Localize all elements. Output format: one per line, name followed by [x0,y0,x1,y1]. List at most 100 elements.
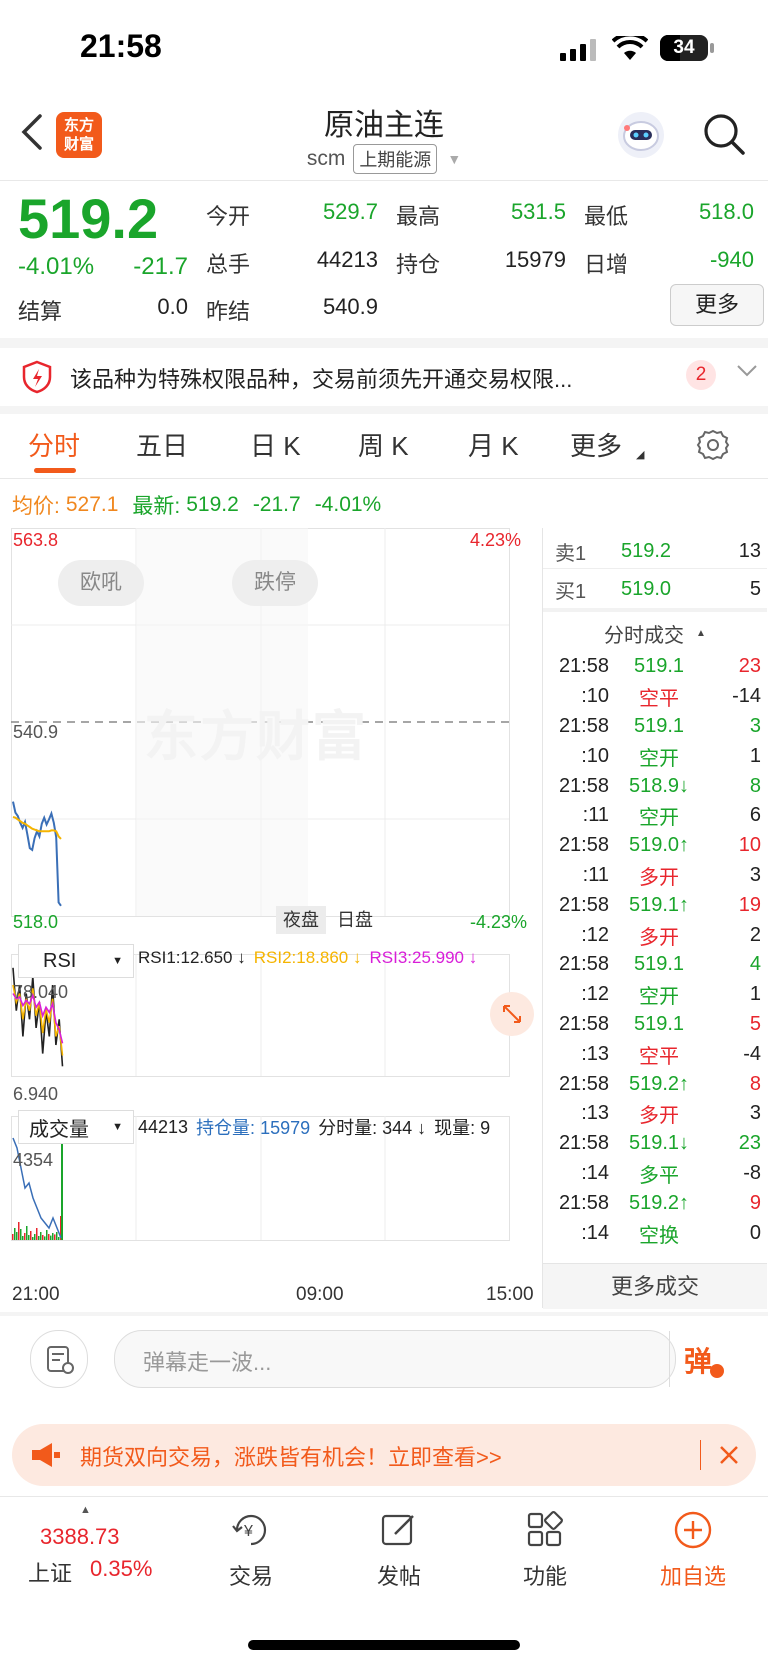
y-axis-top-label: 563.8 [13,530,59,550]
search-icon[interactable] [702,112,746,161]
price-info-line: 均价: 527.1 最新: 519.2 -21.7 -4.01% [12,490,381,520]
signal-icon [560,38,600,67]
settle-value: 0.0 [157,294,188,319]
tick-qty: 3 [749,1102,761,1125]
close-icon[interactable] [718,1444,740,1471]
tab-5day[interactable]: 五日 [136,426,188,463]
tick-price: 519.1 [633,655,685,678]
tab-more[interactable]: 更多 [570,426,622,463]
prev-settle-value: 540.9 [322,294,378,319]
tick-price: 519.0↑ [628,834,690,857]
caret-down-icon: ▼ [112,1121,123,1133]
volume-values: 44213 持仓量: 15979 分时量: 344 ↓ 现量: 9 [138,1114,490,1140]
last-label: 最新: [132,495,181,518]
tick-qty: 3 [749,863,761,886]
nav-add-watchlist[interactable]: 加自选 [618,1510,768,1591]
tick-price: 空开 [639,747,679,770]
section-divider [0,406,768,414]
tick-row: 21:58 518.9↓ 8 [551,771,761,801]
tick-price: 519.1 [633,953,685,976]
rsi1-value: RSI1:12.650 ↓ [138,948,246,967]
tick-qty: 1 [749,983,761,1006]
ask-label: 卖1 [555,542,587,565]
volume-now: 现量: 9 [434,1118,491,1138]
chevron-down-icon[interactable] [736,364,758,383]
grid-icon [527,1511,563,1547]
tab-weekly-k[interactable]: 周 K [358,426,409,463]
more-quote-button[interactable]: 更多 [670,284,764,326]
tick-qty: 9 [749,1191,761,1214]
volume-bar [38,1236,40,1240]
more-ticks-button[interactable]: 更多成交 [543,1263,767,1309]
tab-monthly-k[interactable]: 月 K [468,426,519,463]
caret-up-icon: ▲ [696,627,706,639]
svg-text:¥: ¥ [243,1523,253,1540]
tick-price: 多开 [639,926,679,949]
session-night-label[interactable]: 夜盘 [276,906,326,934]
price-line [12,801,62,907]
caret-down-icon: ◢ [636,449,645,461]
rsi-bottom-label: 6.940 [13,1084,59,1104]
danmu-input[interactable]: 弹幕走一波... [114,1330,676,1388]
change-value: -21.7 [133,253,188,280]
reaction-button-wow[interactable]: 欧吼 [58,560,144,606]
promo-banner[interactable]: 期货双向交易，涨跌皆有机会！立即查看>> [12,1424,756,1486]
tick-qty: 4 [749,953,761,976]
volume-bar [20,1229,22,1240]
promo-divider [700,1440,701,1470]
nav-trade[interactable]: ¥ 交易 [176,1510,326,1591]
pct-bottom-label: -4.23% [470,912,528,932]
volume-bar [48,1234,50,1240]
tab-intraday[interactable]: 分时 [28,426,80,463]
nav-post[interactable]: 发帖 [324,1510,474,1591]
tick-qty: 3 [749,714,761,737]
tick-row: :10 空开 1 [551,741,761,771]
ask-price: 519.2 [621,539,672,562]
y-axis-mid-label: 540.9 [13,722,59,742]
volume-oi: 持仓量: 15979 [196,1118,311,1138]
volume-bar [61,1128,63,1240]
settings-gear-icon[interactable] [696,428,730,467]
tab-daily-k[interactable]: 日 K [250,426,301,463]
nav-functions[interactable]: 功能 [470,1510,620,1591]
robot-avatar-icon[interactable] [618,112,664,158]
index-ticker[interactable]: ▲ 3388.73 上证 0.35% [0,1500,160,1600]
ticks-header[interactable]: 分时成交 ▲ [543,616,767,650]
volume-bar [34,1234,36,1240]
volume-bar [44,1236,46,1240]
tick-time: 21:58 [558,655,609,678]
danmu-list-icon[interactable] [30,1330,88,1388]
tick-qty: -14 [732,685,761,708]
tick-qty: 23 [738,1132,761,1155]
tick-qty: 19 [738,893,761,916]
volume-bar [36,1228,38,1240]
volume-selector[interactable]: 成交量 ▼ [18,1110,134,1144]
ask-qty: 13 [738,539,761,562]
tick-qty: 1 [749,744,761,767]
volume-bar [14,1228,16,1240]
volume-bar [40,1232,42,1240]
bid-price: 519.0 [621,577,672,600]
nav-functions-label: 功能 [522,1564,567,1589]
orderbook-divider [543,608,767,612]
ask-row[interactable]: 卖1 519.2 13 [555,534,761,568]
section-divider [0,338,768,348]
tick-price: 518.9↓ [628,774,690,797]
shield-icon [22,360,52,399]
tick-price: 多开 [639,866,679,889]
rsi-selector[interactable]: RSI ▼ [18,944,134,978]
expand-icon[interactable] [490,992,534,1036]
reaction-button-limitdown[interactable]: 跌停 [232,560,318,606]
exchange-tag: 上期能源 [353,144,438,174]
tick-qty: 8 [749,774,761,797]
tick-qty: 8 [749,1072,761,1095]
open-value: 529.7 [322,199,378,224]
tick-row: :11 多开 3 [551,861,761,891]
tick-row: 21:58 519.2↑ 9 [551,1188,761,1218]
tick-price: 多平 [639,1164,679,1187]
x-label-mid: 09:00 [296,1284,344,1305]
orderbook-divider [543,568,767,569]
bid-row[interactable]: 买1 519.0 5 [555,572,761,606]
session-day-label[interactable]: 日盘 [330,906,380,934]
danmu-send-button[interactable]: 弹 [684,1340,712,1380]
